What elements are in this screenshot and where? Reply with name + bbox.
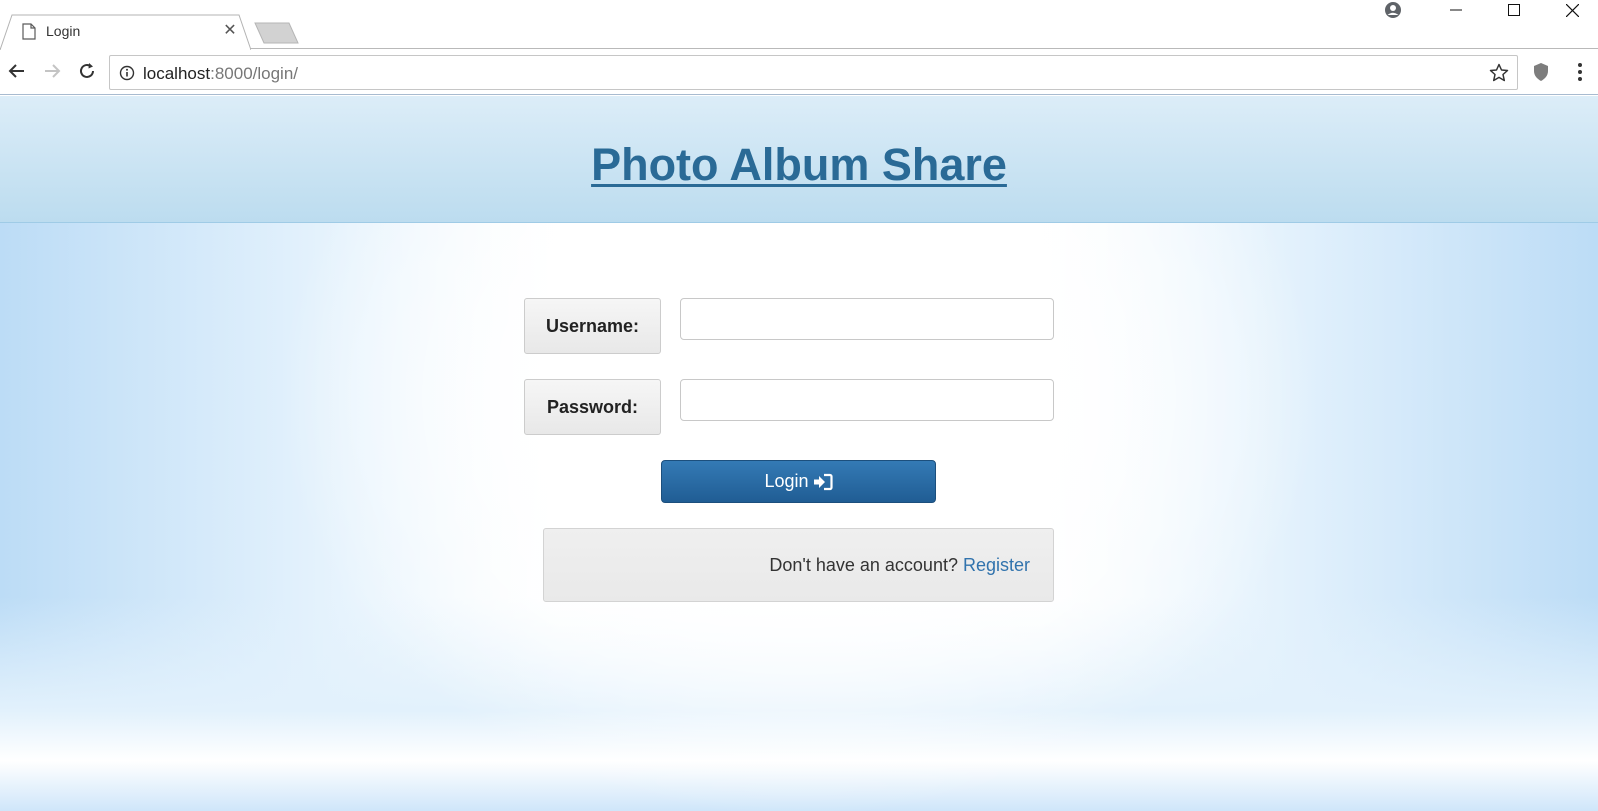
close-icon — [1565, 3, 1579, 17]
info-icon[interactable] — [119, 65, 135, 81]
tab-close-icon[interactable]: ✕ — [222, 22, 238, 38]
address-bar[interactable]: localhost:8000/login/ — [109, 55, 1518, 90]
forward-button[interactable] — [40, 59, 64, 83]
minimize-button[interactable] — [1427, 0, 1485, 20]
browser-toolbar: localhost:8000/login/ — [0, 50, 1598, 95]
tab-strip: Login ✕ — [0, 0, 1598, 50]
login-button[interactable]: Login — [661, 460, 936, 503]
username-label: Username: — [524, 298, 661, 354]
bookmark-star-icon[interactable] — [1489, 63, 1509, 83]
profile-icon[interactable] — [1384, 1, 1402, 19]
back-button[interactable] — [5, 59, 29, 83]
new-tab-button[interactable] — [253, 22, 299, 44]
close-window-button[interactable] — [1543, 0, 1598, 20]
minimize-icon — [1450, 9, 1462, 11]
register-prompt: Don't have an account? — [769, 555, 963, 575]
forward-arrow-icon — [45, 64, 61, 78]
sign-in-icon — [813, 473, 833, 490]
maximize-icon — [1508, 4, 1520, 16]
tab-login[interactable]: Login ✕ — [0, 14, 251, 50]
maximize-button[interactable] — [1485, 0, 1543, 20]
back-arrow-icon — [8, 64, 24, 78]
register-panel: Don't have an account? Register — [543, 528, 1054, 602]
site-header: Photo Album Share — [0, 96, 1598, 223]
site-title-link[interactable]: Photo Album Share — [0, 139, 1598, 191]
tab-shape — [0, 14, 251, 50]
login-button-label: Login — [764, 471, 809, 491]
register-text: Don't have an account? Register — [769, 555, 1030, 576]
page-icon — [22, 23, 36, 40]
browser-chrome: Login ✕ localhost:8000/login/ — [0, 0, 1598, 96]
url-path: :8000/login/ — [210, 64, 299, 83]
shield-extension-icon[interactable] — [1531, 62, 1551, 82]
page-body: Photo Album Share Username: Password: Lo… — [0, 96, 1598, 811]
password-input[interactable] — [680, 379, 1054, 421]
password-label: Password: — [524, 379, 661, 435]
reload-icon — [80, 63, 94, 78]
url-text[interactable]: localhost:8000/login/ — [143, 64, 298, 84]
url-host: localhost — [143, 64, 211, 83]
reload-button[interactable] — [75, 59, 99, 83]
username-input[interactable] — [680, 298, 1054, 340]
register-link[interactable]: Register — [963, 555, 1030, 575]
tab-title: Login — [46, 23, 81, 39]
browser-menu-icon[interactable] — [1570, 61, 1590, 83]
